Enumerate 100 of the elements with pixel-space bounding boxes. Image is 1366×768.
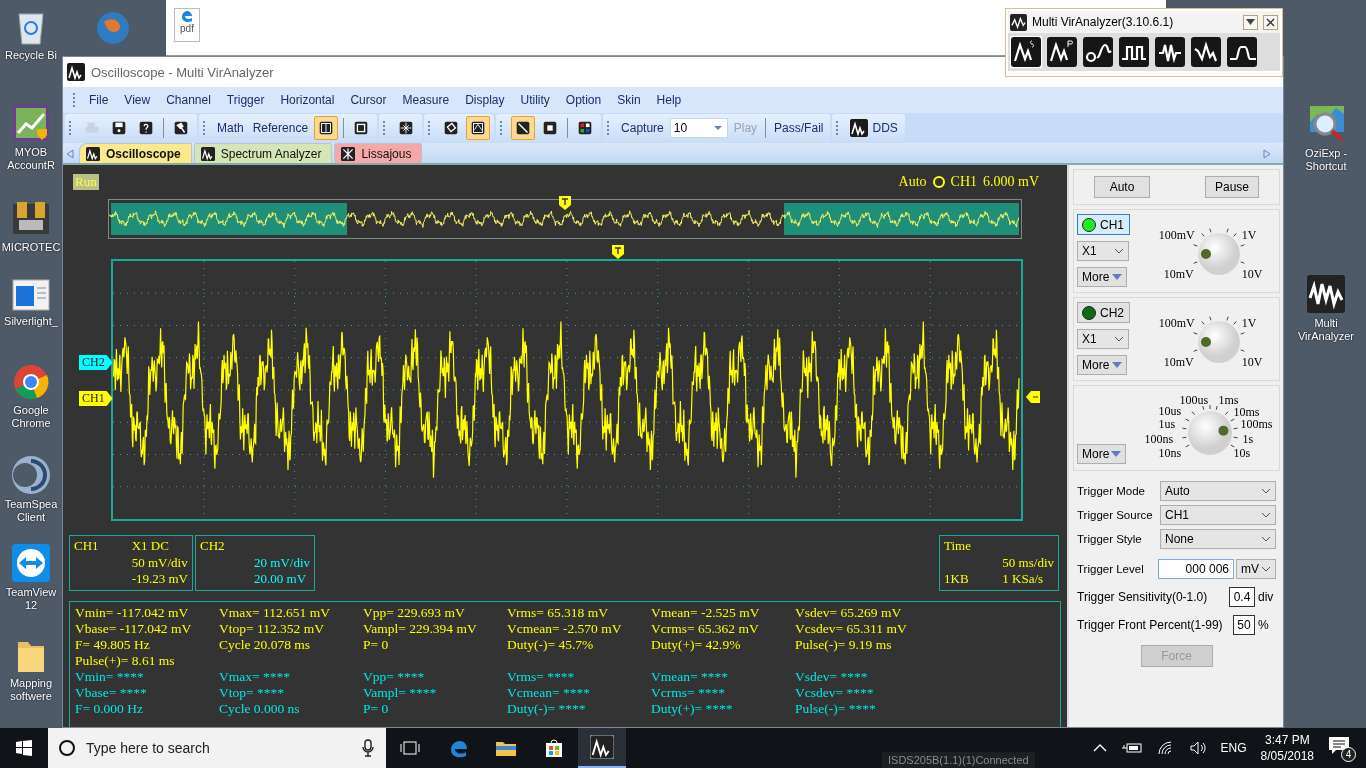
probe-select[interactable]: X1 <box>1077 329 1129 349</box>
tab[interactable]: Oscilloscope <box>79 143 192 163</box>
desktop-icon-label[interactable]: Mapping softwere <box>1 677 61 703</box>
dial-scale-label: 100us <box>1179 394 1209 406</box>
toolbar-button[interactable]: Reference <box>249 121 312 135</box>
dial-scale-label: 100mV <box>1158 317 1195 329</box>
measurement-value: F= 49.805 Hz <box>75 637 151 653</box>
desktop-icon-label[interactable]: MYOB AccountR <box>1 146 61 172</box>
trigger-level-icon[interactable] <box>1026 391 1040 403</box>
menu-item[interactable]: Utility <box>512 93 558 107</box>
toolbar-button[interactable]: Pass/Fail <box>771 121 827 135</box>
measurement-value: Cycle 20.078 ms <box>219 637 312 653</box>
toolbar-button[interactable]: Math <box>214 121 247 135</box>
channel-marker[interactable]: CH2 <box>79 355 113 370</box>
desktop-icon-label[interactable]: Multi VirAnalyzer <box>1288 317 1364 343</box>
chevron-up-icon[interactable] <box>1092 744 1107 752</box>
measurement-value: Vsdev= 65.269 mV <box>795 605 903 621</box>
trigger-value-label: 6.000 mV <box>983 174 1039 190</box>
menu-item[interactable]: Cursor <box>342 93 395 107</box>
search-field[interactable]: Type here to search <box>48 728 386 768</box>
auto-button[interactable]: Auto <box>1094 176 1150 198</box>
clock-date[interactable]: 8/05/2018 <box>1260 748 1314 764</box>
measurement-value: Vsdev= **** <box>795 669 869 685</box>
menu-item[interactable]: Help <box>648 93 690 107</box>
more-button[interactable]: More <box>1077 355 1127 375</box>
measurement-value: Vampl= 229.394 mV <box>363 621 478 637</box>
menu-item[interactable]: Horizontal <box>272 93 343 107</box>
time-title: Time <box>944 538 972 555</box>
pause-button[interactable]: Pause <box>1205 176 1259 198</box>
unit-label: % <box>1258 618 1270 632</box>
menu-item[interactable]: File <box>81 93 117 107</box>
tab-icon <box>86 146 100 161</box>
desktop-icon-label[interactable]: Recycle Bi <box>1 49 61 62</box>
desktop-icon-label[interactable]: Google Chrome <box>1 404 61 430</box>
menu-item[interactable]: Channel <box>158 93 219 107</box>
channel-marker[interactable]: CH1 <box>79 391 113 406</box>
channel-toggle[interactable]: CH2 <box>1077 302 1130 323</box>
browser-icon <box>12 363 50 401</box>
menu-item[interactable]: Trigger <box>218 93 273 107</box>
dropdown-arrow-icon <box>712 125 723 131</box>
microphone-icon[interactable] <box>362 739 374 757</box>
trigger-select[interactable]: Auto <box>1160 481 1276 501</box>
burst-icon[interactable] <box>1154 36 1186 68</box>
trigger-select[interactable]: None <box>1160 529 1276 549</box>
record-overview[interactable] <box>108 199 1022 239</box>
more-button[interactable]: More <box>1077 267 1127 287</box>
waveform-icon <box>1306 274 1346 314</box>
dropdown-button[interactable] <box>1243 14 1258 30</box>
battery-plug-icon[interactable] <box>1120 742 1143 754</box>
sample-rate-label: 1 KSa/s <box>1002 571 1045 588</box>
toolbar-button[interactable]: Capture <box>618 121 667 135</box>
desktop-icon-label[interactable]: TeamView 12 <box>1 586 61 612</box>
chevron-down-icon <box>1261 536 1271 542</box>
language-indicator[interactable]: ENG <box>1220 741 1247 755</box>
notification-button[interactable]: 4 <box>1328 734 1356 762</box>
value-field[interactable]: 0.4 <box>1229 587 1255 607</box>
desktop-icon-label[interactable]: TeamSpea Client <box>1 498 61 524</box>
globe-icon <box>95 10 131 46</box>
square-wave-icon[interactable] <box>1118 36 1150 68</box>
windows-logo-icon <box>16 740 32 756</box>
clock-time[interactable]: 3:47 PM <box>1264 732 1310 748</box>
menu-item[interactable]: Display <box>457 93 513 107</box>
menu-item[interactable]: Option <box>557 93 610 107</box>
menu-item[interactable]: View <box>116 93 159 107</box>
channel-toggle[interactable]: CH1 <box>1077 214 1130 235</box>
analyzer-app-icon[interactable] <box>578 728 626 768</box>
waveform-icon[interactable] <box>1190 36 1222 68</box>
cortana-circle-icon <box>58 739 76 757</box>
desktop-icon-label[interactable]: Silverlight_ <box>1 315 61 328</box>
waveform-p-icon[interactable] <box>1046 36 1078 68</box>
value-field[interactable]: 50 <box>1233 615 1255 635</box>
volume-icon[interactable] <box>1188 740 1207 756</box>
tab[interactable]: Spectrum Analyzer <box>193 143 333 163</box>
measurement-value: P= 0 <box>363 701 390 717</box>
probe-select[interactable]: X1 <box>1077 241 1129 261</box>
more-button[interactable]: More <box>1077 444 1127 464</box>
measurement-value: Vmean= -2.525 mV <box>651 605 761 621</box>
unit-select[interactable]: mV <box>1236 559 1276 579</box>
trigger-level-field[interactable]: 000 006 <box>1158 559 1234 579</box>
measurement-value: Duty(+)= 42.9% <box>651 637 742 653</box>
pulse-icon[interactable] <box>1226 36 1258 68</box>
tab-icon <box>200 146 215 161</box>
menu-item[interactable]: Skin <box>609 93 649 107</box>
dial-scale-label: 1s <box>1242 433 1254 445</box>
desktop-icon-label[interactable]: OziExp - Shortcut <box>1288 147 1364 173</box>
close-icon <box>1266 17 1275 27</box>
framed-shape-icon[interactable] <box>466 116 491 140</box>
field-label: Trigger Sensitivity(0-1.0) <box>1077 590 1209 604</box>
tab[interactable]: Lissajous <box>334 143 423 163</box>
channel-title: CH1 <box>74 538 100 555</box>
trigger-position-icon <box>612 245 624 259</box>
trigger-select[interactable]: CH1 <box>1160 505 1276 525</box>
pdf-file-icon[interactable]: pdf <box>174 8 200 42</box>
close-button[interactable] <box>1263 14 1278 30</box>
waveform-s-icon[interactable] <box>1010 36 1042 68</box>
capture-count-field[interactable]: 10 <box>669 118 728 138</box>
desktop-icon-label[interactable]: MICROTEC <box>1 241 61 254</box>
waveform-display[interactable] <box>111 259 1023 521</box>
menu-item[interactable]: Measure <box>394 93 458 107</box>
split-view-icon[interactable] <box>314 116 339 140</box>
